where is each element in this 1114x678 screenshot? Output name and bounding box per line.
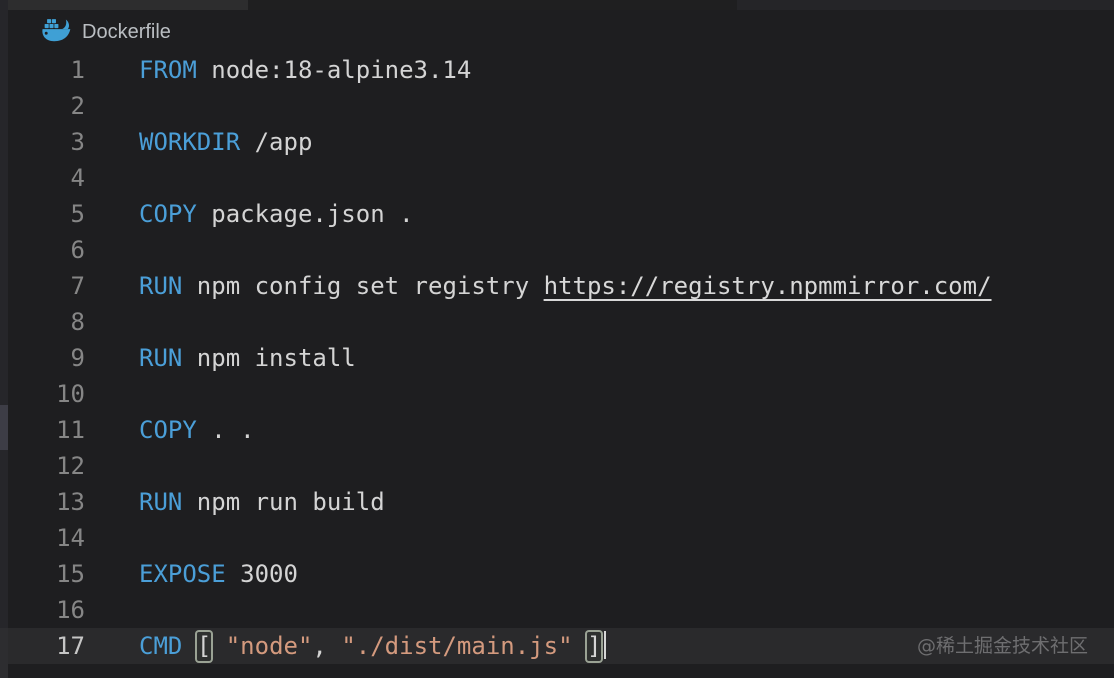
text-token: , (312, 632, 341, 660)
line-content[interactable]: RUN npm config set registry https://regi… (139, 268, 992, 304)
code-line-5[interactable]: 5 COPY package.json . (8, 196, 1114, 232)
keyword-token: WORKDIR (139, 128, 240, 156)
text-token: package.json . (197, 200, 414, 228)
text-token: npm install (182, 344, 355, 372)
line-number[interactable]: 13 (8, 484, 85, 520)
line-content[interactable]: RUN npm run build (139, 484, 385, 520)
keyword-token: CMD (139, 632, 182, 660)
code-line-7[interactable]: 7 RUN npm config set registry https://reg… (8, 268, 1114, 304)
keyword-token: RUN (139, 488, 182, 516)
keyword-token: RUN (139, 272, 182, 300)
watermark: @稀土掘金技术社区 (917, 628, 1088, 664)
text-cursor (604, 631, 606, 659)
keyword-token: COPY (139, 200, 197, 228)
line-content[interactable]: EXPOSE 3000 (139, 556, 298, 592)
code-line-8[interactable]: 8 (8, 304, 1114, 340)
line-number[interactable]: 6 (8, 232, 85, 268)
tabstrip-background (248, 0, 737, 10)
line-number[interactable]: 15 (8, 556, 85, 592)
active-tab-sliver (8, 0, 248, 10)
tabstrip-right-panel-sliver (737, 0, 1114, 10)
line-content[interactable]: FROM node:18-alpine3.14 (139, 52, 471, 88)
code-line-6[interactable]: 6 (8, 232, 1114, 268)
string-token: "node" (226, 632, 313, 660)
scrollbar-thumb[interactable] (0, 405, 8, 450)
url-link[interactable]: https://registry.npmmirror.com/ (544, 272, 992, 300)
line-number[interactable]: 8 (8, 304, 85, 340)
keyword-token: RUN (139, 344, 182, 372)
line-content[interactable]: COPY package.json . (139, 196, 414, 232)
code-line-12[interactable]: 12 (8, 448, 1114, 484)
code-line-14[interactable]: 14 (8, 520, 1114, 556)
docker-whale-icon (40, 17, 71, 48)
line-content[interactable]: WORKDIR /app (139, 124, 312, 160)
line-number[interactable]: 11 (8, 412, 85, 448)
code-line-3[interactable]: 3 WORKDIR /app (8, 124, 1114, 160)
line-number[interactable]: 1 (8, 52, 85, 88)
keyword-token: FROM (139, 56, 197, 84)
line-number[interactable]: 5 (8, 196, 85, 232)
text-token: node:18-alpine3.14 (197, 56, 472, 84)
keyword-token: EXPOSE (139, 560, 226, 588)
tab-label: Dockerfile (82, 21, 171, 44)
line-number[interactable]: 7 (8, 268, 85, 304)
editor-window: Dockerfile 1 FROM node:18-alpine3.14 23 WOR… (0, 0, 1114, 678)
tab-strip (8, 0, 1114, 10)
line-number[interactable]: 17 (8, 628, 85, 664)
code-line-4[interactable]: 4 (8, 160, 1114, 196)
line-number[interactable]: 2 (8, 88, 85, 124)
text-token (211, 632, 225, 660)
line-content[interactable]: RUN npm install (139, 340, 356, 376)
code-line-10[interactable]: 10 (8, 376, 1114, 412)
code-line-15[interactable]: 15 EXPOSE 3000 (8, 556, 1114, 592)
tab-dockerfile[interactable]: Dockerfile (40, 14, 171, 50)
line-number[interactable]: 14 (8, 520, 85, 556)
bracket-match: ] (587, 632, 601, 661)
text-token: /app (240, 128, 312, 156)
line-number[interactable]: 16 (8, 592, 85, 628)
bracket-match: [ (197, 632, 211, 661)
code-line-11[interactable]: 11 COPY . . (8, 412, 1114, 448)
text-token: 3000 (226, 560, 298, 588)
left-edge-strip (0, 0, 8, 678)
text-token (573, 632, 587, 660)
line-number[interactable]: 9 (8, 340, 85, 376)
line-content[interactable]: COPY . . (139, 412, 255, 448)
string-token: "./dist/main.js" (341, 632, 572, 660)
code-line-9[interactable]: 9 RUN npm install (8, 340, 1114, 376)
line-number[interactable]: 3 (8, 124, 85, 160)
line-number[interactable]: 10 (8, 376, 85, 412)
line-content[interactable]: CMD [ "node", "./dist/main.js" ] (139, 628, 606, 664)
line-number[interactable]: 4 (8, 160, 85, 196)
text-token: npm config set registry (182, 272, 543, 300)
text-token: . . (197, 416, 255, 444)
text-token (182, 632, 196, 660)
code-lines: 1 FROM node:18-alpine3.14 23 WORKDIR /app 45… (8, 52, 1114, 664)
code-line-13[interactable]: 13 RUN npm run build (8, 484, 1114, 520)
keyword-token: COPY (139, 416, 197, 444)
code-line-2[interactable]: 2 (8, 88, 1114, 124)
line-number[interactable]: 12 (8, 448, 85, 484)
text-token: npm run build (182, 488, 384, 516)
left-strip-highlight (0, 628, 8, 678)
code-line-1[interactable]: 1 FROM node:18-alpine3.14 (8, 52, 1114, 88)
code-line-16[interactable]: 16 (8, 592, 1114, 628)
